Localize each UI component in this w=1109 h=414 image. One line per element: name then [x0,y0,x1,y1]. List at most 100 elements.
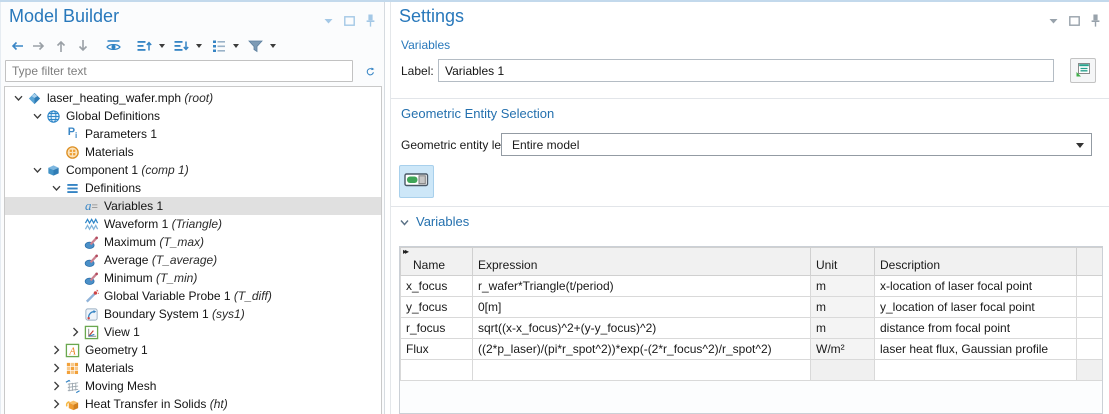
back-arrow-icon[interactable] [7,37,26,56]
tree-item[interactable]: a=Variables 1 [5,197,381,215]
node-text-menu-caret[interactable] [233,44,239,48]
move-up-icon[interactable] [51,37,70,56]
tree-item-tag: (Triangle) [168,217,222,231]
chevron-expanded-icon[interactable] [30,108,45,124]
expand-all-icon[interactable] [172,37,191,56]
pin-icon[interactable] [364,14,376,27]
settings-title: Settings [399,6,464,27]
tree-item[interactable]: Maximum (T_max) [5,233,381,251]
collapse-all-menu-caret[interactable] [159,44,165,48]
chevron-expanded-icon[interactable] [11,90,26,106]
chevron-collapsed-icon[interactable] [49,396,64,412]
globe-icon [45,108,62,124]
cell-unit[interactable]: m [811,318,875,339]
cell-name[interactable] [401,360,473,381]
chevron-expanded-icon[interactable] [49,180,64,196]
cell-name[interactable]: x_focus [401,276,473,297]
cell-extra[interactable] [1077,297,1103,318]
tree-item[interactable]: PiParameters 1 [5,125,381,143]
filter-icon[interactable] [246,37,265,56]
cell-description[interactable]: distance from focal point [875,318,1077,339]
chevron-down-icon[interactable] [322,14,334,27]
cell-name[interactable]: r_focus [401,318,473,339]
collapse-all-icon[interactable] [135,37,154,56]
column-header-unit: Unit [811,248,875,276]
tree-item[interactable]: Waveform 1 (Triangle) [5,215,381,233]
tree-item-label: Boundary System 1 (sys1) [104,307,245,321]
table-row: x_focusr_wafer*Triangle(t/period)mx-loca… [401,276,1103,297]
tree-item-label: Average (T_average) [104,253,217,267]
table-row: y_focus0[m]my_location of laser focal po… [401,297,1103,318]
tree-item[interactable]: Global Definitions [5,107,381,125]
tree-item[interactable]: Materials [5,359,381,377]
cell-extra[interactable] [1077,276,1103,297]
node-text-icon[interactable] [209,37,228,56]
tree-item[interactable]: View 1 [5,323,381,341]
tree-item[interactable]: Heat Transfer in Solids (ht) [5,395,381,413]
move-down-icon[interactable] [73,37,92,56]
float-icon[interactable] [343,14,355,27]
tree-item[interactable]: Minimum (T_min) [5,269,381,287]
column-header-name: ▸▸Name [401,248,473,276]
tree-item-tag: (T_min) [153,271,198,285]
tree-item-label: Component 1 (comp 1) [66,163,189,177]
variables-table: ▸▸NameExpressionUnitDescriptionx_focusr_… [400,247,1103,381]
cell-extra[interactable] [1077,339,1103,360]
refresh-icon[interactable] [359,61,381,81]
float-icon[interactable] [1068,14,1080,27]
column-header-extra [1077,248,1103,276]
chevron-collapsed-icon[interactable] [49,342,64,358]
waveform-icon [83,216,100,232]
coupling-icon [83,234,100,250]
chevron-collapsed-icon[interactable] [49,360,64,376]
variables-section-header[interactable]: Variables [400,214,469,229]
chevron-expanded-icon[interactable] [30,162,45,178]
boundary-system-icon [83,306,100,322]
tree-item[interactable]: laser_heating_wafer.mph (root) [5,89,381,107]
chevron-down-icon[interactable] [1047,14,1059,27]
cell-unit[interactable]: m [811,276,875,297]
cell-extra[interactable] [1077,360,1103,381]
active-toggle-button[interactable] [399,165,434,198]
tree-item[interactable]: Component 1 (comp 1) [5,161,381,179]
chevron-collapsed-icon[interactable] [49,378,64,394]
cell-unit[interactable]: W/m² [811,339,875,360]
tree-item[interactable]: Boundary System 1 (sys1) [5,305,381,323]
cell-expression[interactable]: r_wafer*Triangle(t/period) [473,276,811,297]
cell-name[interactable]: y_focus [401,297,473,318]
chevron-collapsed-icon[interactable] [68,324,83,340]
cell-description[interactable]: x-location of laser focal point [875,276,1077,297]
heat-transfer-icon [64,396,81,412]
cell-description[interactable] [875,360,1077,381]
expand-all-menu-caret[interactable] [196,44,202,48]
cell-expression[interactable]: sqrt((x-x_focus)^2+(y-y_focus)^2) [473,318,811,339]
cell-unit[interactable]: m [811,297,875,318]
cell-extra[interactable] [1077,318,1103,339]
form-editor-button[interactable] [1070,58,1096,83]
tree-item[interactable]: Moving Mesh [5,377,381,395]
table-corner-icon[interactable]: ▸▸ [403,248,407,256]
forward-arrow-icon[interactable] [29,37,48,56]
tree-item[interactable]: AGeometry 1 [5,341,381,359]
variables-table-container: ▸▸NameExpressionUnitDescriptionx_focusr_… [399,246,1103,414]
cell-unit[interactable] [811,360,875,381]
cell-expression[interactable]: 0[m] [473,297,811,318]
cell-name[interactable]: Flux [401,339,473,360]
cell-description[interactable]: y_location of laser focal point [875,297,1077,318]
cell-description[interactable]: laser heat flux, Gaussian profile [875,339,1077,360]
tree-item[interactable]: Materials [5,143,381,161]
cell-expression[interactable]: ((2*p_laser)/(pi*r_spot^2))*exp(-(2*r_fo… [473,339,811,360]
label-input[interactable] [438,59,1054,82]
tree-item[interactable]: Definitions [5,179,381,197]
cell-expression[interactable] [473,360,811,381]
geometric-entity-level-select[interactable]: Entire model [501,133,1092,156]
show-icon[interactable] [104,37,123,56]
pin-icon[interactable] [1089,14,1101,27]
tree-item-label: Parameters 1 [85,127,157,141]
coupling-icon [83,270,100,286]
tree-item[interactable]: Average (T_average) [5,251,381,269]
chevron-spacer [68,234,83,250]
filter-menu-caret[interactable] [270,44,276,48]
tree-item[interactable]: Global Variable Probe 1 (T_diff) [5,287,381,305]
filter-input[interactable] [5,60,353,82]
